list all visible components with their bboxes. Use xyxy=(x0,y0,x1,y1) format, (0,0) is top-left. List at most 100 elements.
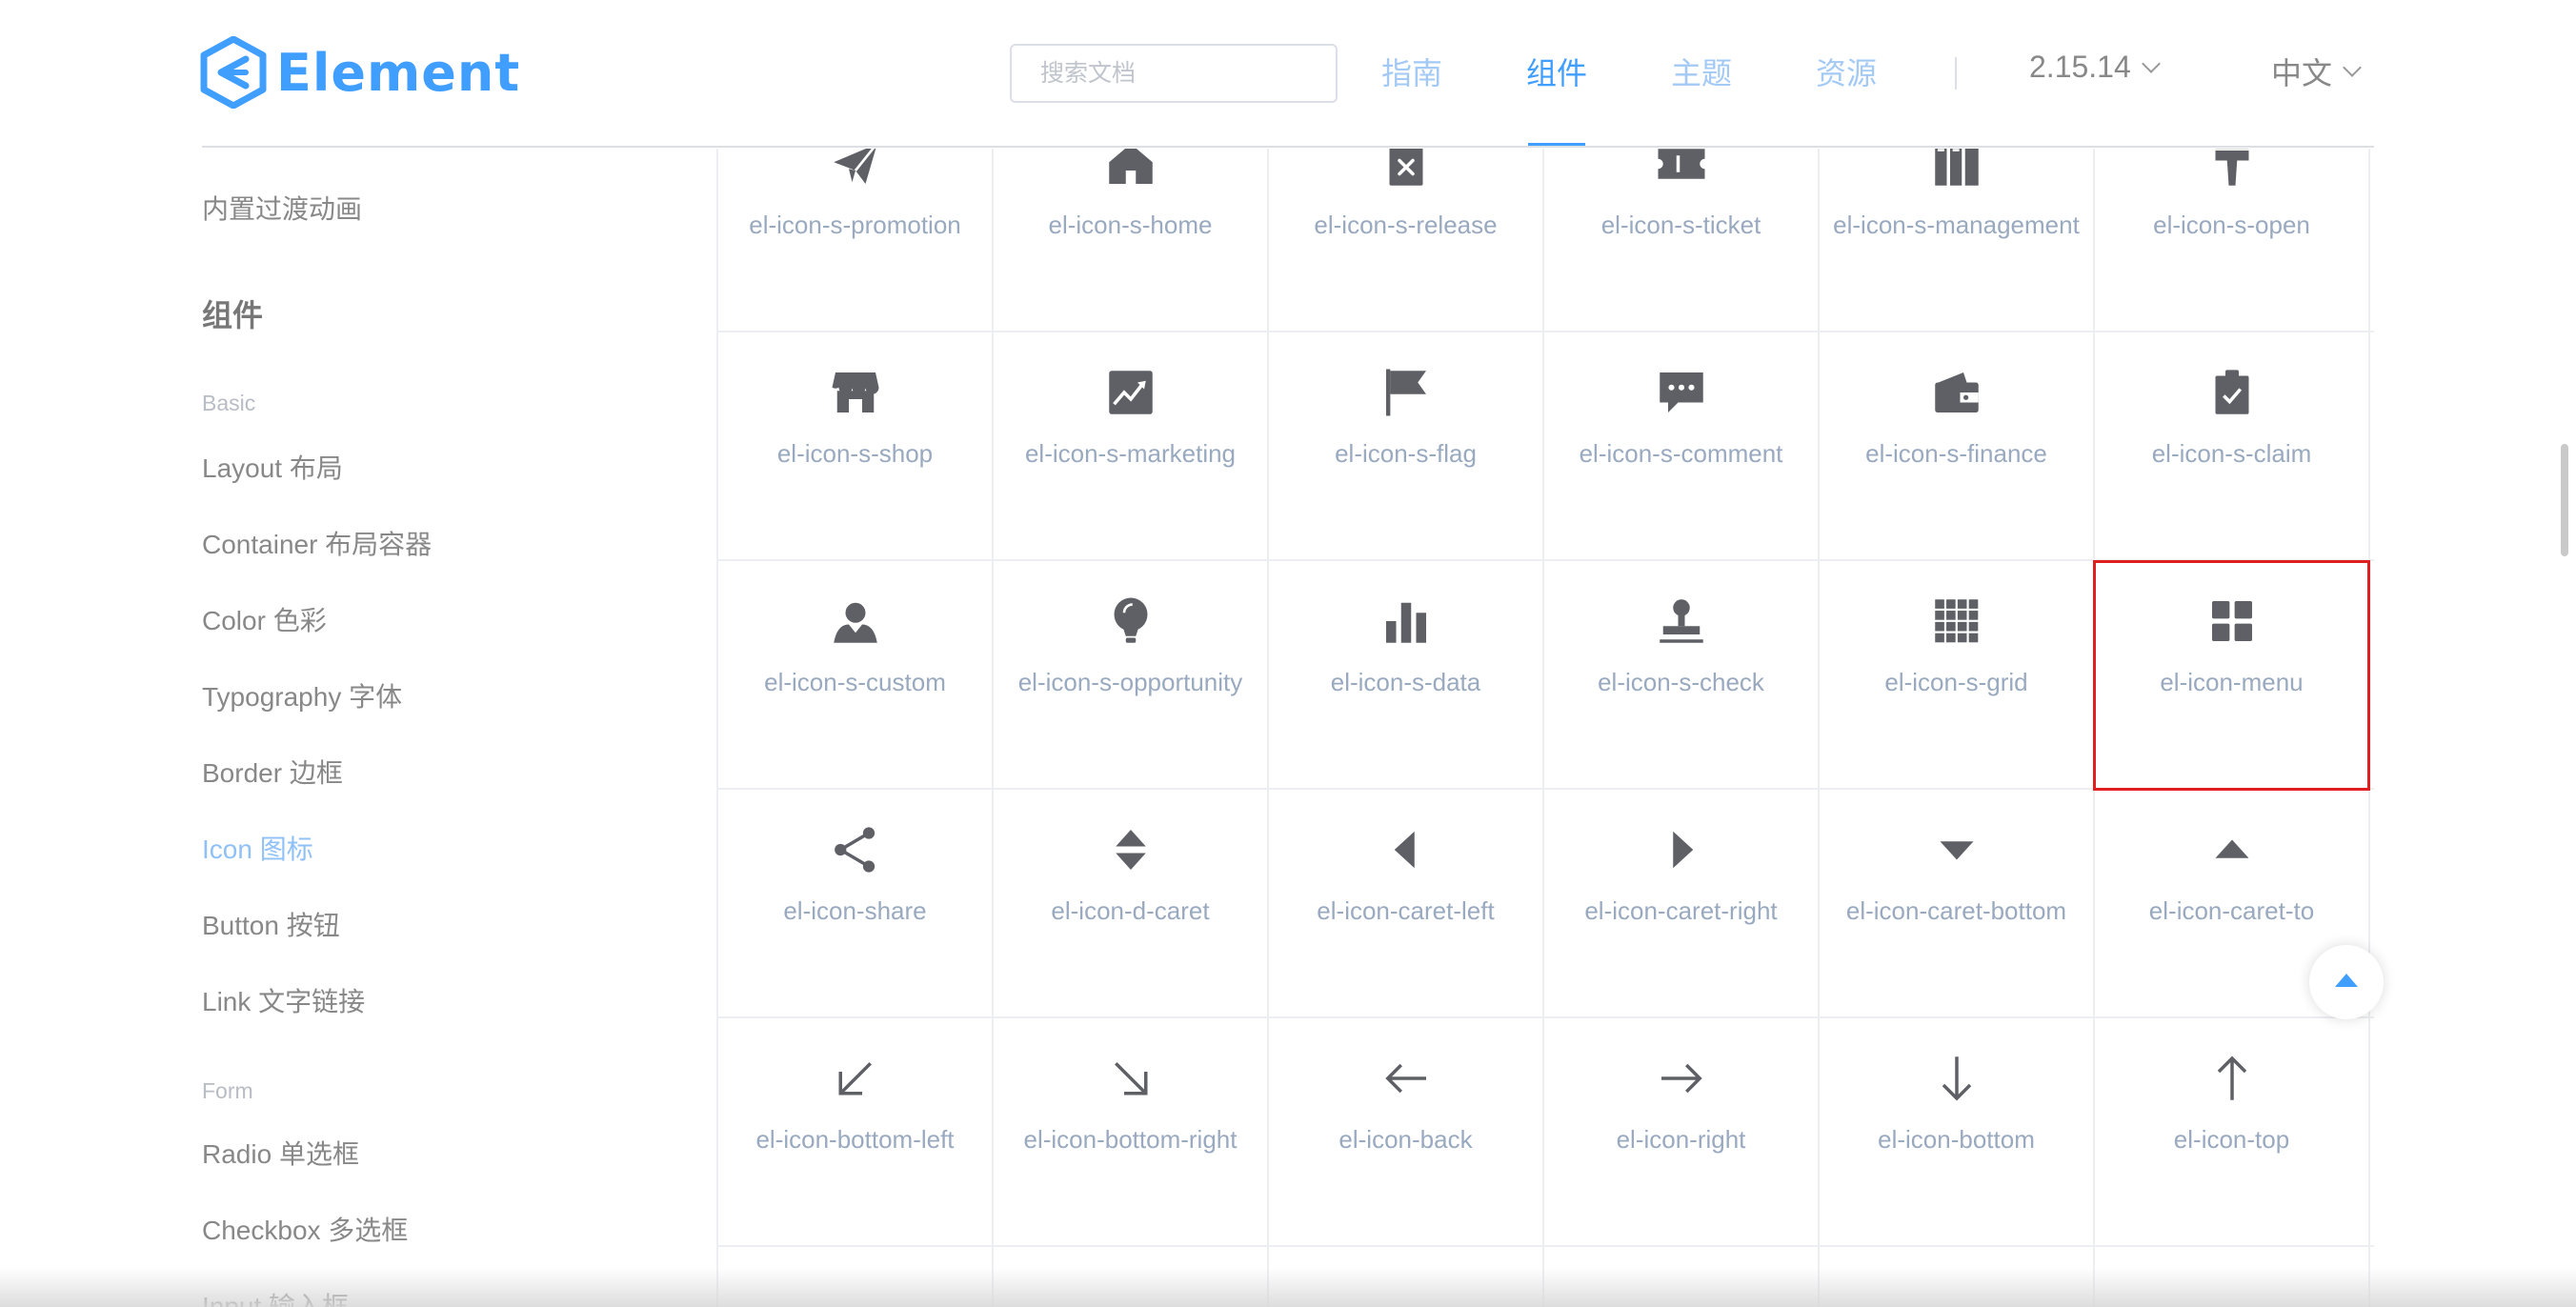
person-icon xyxy=(829,594,882,648)
icon-cell[interactable]: el-icon-bottom-right xyxy=(992,1017,1269,1248)
lightbulb-icon xyxy=(1104,594,1157,648)
share-icon xyxy=(829,823,882,876)
nav-component[interactable]: 组件 xyxy=(1526,50,1587,93)
icon-cell[interactable]: el-icon-s-release xyxy=(1267,149,1544,333)
icon-name-label: el-icon-s-open xyxy=(2153,211,2310,239)
nav-guide[interactable]: 指南 xyxy=(1381,50,1442,93)
nav-divider xyxy=(1955,57,1957,90)
ticket-icon xyxy=(1655,149,1708,191)
sidebar-group-title: 组件 xyxy=(202,298,264,332)
bar-chart-icon xyxy=(1379,594,1433,648)
arrow-up-icon xyxy=(2205,1052,2259,1105)
icon-name-label: el-icon-s-finance xyxy=(1865,439,2047,468)
arrow-down-icon xyxy=(1930,1052,1983,1105)
sidebar-item-container[interactable]: Container 布局容器 xyxy=(202,524,432,562)
sidebar-item-color[interactable]: Color 色彩 xyxy=(202,600,327,638)
double-caret-icon xyxy=(1104,823,1157,876)
icon-cell[interactable]: el-icon-s-home xyxy=(992,149,1269,333)
brush-icon xyxy=(2205,149,2259,191)
icon-cell[interactable]: el-icon-d-caret xyxy=(992,789,1269,1019)
icon-cell[interactable]: el-icon-s-management xyxy=(1818,149,2095,333)
sidebar-item-border[interactable]: Border 边框 xyxy=(202,753,343,791)
icon-name-label: el-icon-caret-bottom xyxy=(1845,896,2067,925)
icon-cell[interactable]: el-icon-s-custom xyxy=(716,560,994,791)
icon-name-label: el-icon-s-marketing xyxy=(1024,439,1237,468)
sidebar-item-transition[interactable]: 内置过渡动画 xyxy=(202,189,362,227)
icon-cell[interactable]: el-icon-s-flag xyxy=(1267,332,1544,562)
icon-cell[interactable]: el-icon-caret-left xyxy=(1267,789,1544,1019)
icon-name-label: el-icon-top xyxy=(2173,1125,2290,1154)
icon-cell[interactable]: el-icon-caret-bottom xyxy=(1818,789,2095,1019)
arrow-bottom-left-icon xyxy=(829,1052,882,1105)
sidebar-nav: 内置过渡动画 组件 Basic Layout 布局 Container 布局容器… xyxy=(0,149,714,1307)
icon-cell[interactable]: el-icon-share xyxy=(716,789,994,1019)
icon-name-label: el-icon-s-release xyxy=(1314,211,1498,239)
icon-cell[interactable]: el-icon-s-ticket xyxy=(1542,149,1820,333)
sidebar-item-button[interactable]: Button 按钮 xyxy=(202,905,340,943)
menu-icon xyxy=(2205,594,2259,648)
icon-name-label: el-icon-caret-left xyxy=(1317,896,1495,925)
icon-name-label: el-icon-s-ticket xyxy=(1600,211,1761,239)
nav-theme[interactable]: 主题 xyxy=(1671,50,1732,93)
version-label: 2.15.14 xyxy=(2029,50,2131,84)
icon-cell[interactable]: el-icon-s-finance xyxy=(1818,332,2095,562)
sidebar-item-icon[interactable]: Icon 图标 xyxy=(202,829,313,867)
icon-name-label: el-icon-s-opportunity xyxy=(1017,668,1243,696)
icon-cell[interactable]: el-icon-top xyxy=(2093,1017,2370,1248)
icon-cell[interactable]: el-icon-menu xyxy=(2093,560,2370,791)
chevron-down-icon xyxy=(2141,53,2161,73)
icon-cell[interactable]: el-icon-right xyxy=(1542,1017,1820,1248)
sidebar-section-form: Form xyxy=(202,1078,253,1103)
icon-cell[interactable]: el-icon-s-open xyxy=(2093,149,2370,333)
sidebar-item-radio[interactable]: Radio 单选框 xyxy=(202,1134,359,1172)
icon-name-label: el-icon-d-caret xyxy=(1051,896,1210,925)
language-label: 中文 xyxy=(2271,56,2333,90)
icon-cell[interactable]: el-icon-s-check xyxy=(1542,560,1820,791)
clipboard-x-icon xyxy=(1379,149,1433,191)
icon-name-label: el-icon-right xyxy=(1616,1125,1746,1154)
scrollbar-thumb[interactable] xyxy=(2561,444,2568,556)
icon-name-label: el-icon-menu xyxy=(2160,668,2304,696)
icon-cell[interactable]: el-icon-bottom-left xyxy=(716,1017,994,1248)
sidebar-item-layout[interactable]: Layout 布局 xyxy=(202,448,343,486)
nav-resource[interactable]: 资源 xyxy=(1816,50,1877,93)
header-divider xyxy=(202,146,2374,148)
icon-cell[interactable]: el-icon-s-data xyxy=(1267,560,1544,791)
icon-name-label: el-icon-bottom-left xyxy=(755,1125,955,1154)
home-icon xyxy=(1104,149,1157,191)
sidebar-item-input[interactable]: Input 输入框 xyxy=(202,1286,349,1307)
sidebar-item-typography[interactable]: Typography 字体 xyxy=(202,676,402,714)
icon-grid: el-icon-s-promotion el-icon-s-home el-icon… xyxy=(716,149,2374,1307)
sidebar-item-checkbox[interactable]: Checkbox 多选框 xyxy=(202,1210,408,1248)
sidebar-item-link[interactable]: Link 文字链接 xyxy=(202,981,365,1019)
icon-name-label: el-icon-s-grid xyxy=(1884,668,2028,696)
doc-search-input[interactable] xyxy=(1010,44,1338,103)
icon-cell[interactable]: el-icon-s-opportunity xyxy=(992,560,1269,791)
language-dropdown[interactable]: 中文 xyxy=(2271,50,2362,93)
icon-cell[interactable]: el-icon-s-promotion xyxy=(716,149,994,333)
icon-cell[interactable]: el-icon-caret-right xyxy=(1542,789,1820,1019)
icon-cell[interactable]: el-icon-s-claim xyxy=(2093,332,2370,562)
site-header: Element 指南 组件 主题 资源 2.15.14 中文 xyxy=(0,0,2576,147)
icon-cell[interactable]: el-icon-bottom xyxy=(1818,1017,2095,1248)
icon-name-label: el-icon-bottom-right xyxy=(1023,1125,1238,1154)
grid-icon xyxy=(1930,594,1983,648)
icon-cell[interactable]: el-icon-s-marketing xyxy=(992,332,1269,562)
icon-cell[interactable]: el-icon-back xyxy=(1267,1017,1544,1248)
version-dropdown[interactable]: 2.15.14 xyxy=(2029,50,2161,85)
icon-name-label: el-icon-s-data xyxy=(1330,668,1481,696)
trend-chart-icon xyxy=(1104,366,1157,419)
icon-cell[interactable]: el-icon-s-comment xyxy=(1542,332,1820,562)
comment-icon xyxy=(1655,366,1708,419)
arrow-bottom-right-icon xyxy=(1104,1052,1157,1105)
back-to-top-button[interactable] xyxy=(2309,945,2384,1019)
element-logo[interactable]: Element xyxy=(200,34,520,111)
icon-cell[interactable]: el-icon-s-grid xyxy=(1818,560,2095,791)
arrow-left-icon xyxy=(1379,1052,1433,1105)
icon-cell[interactable]: el-icon-s-shop xyxy=(716,332,994,562)
element-logo-icon xyxy=(200,36,267,109)
arrow-right-icon xyxy=(1655,1052,1708,1105)
chevron-down-icon xyxy=(2343,58,2362,77)
icon-name-label: el-icon-s-home xyxy=(1048,211,1213,239)
logo-text: Element xyxy=(276,42,521,103)
